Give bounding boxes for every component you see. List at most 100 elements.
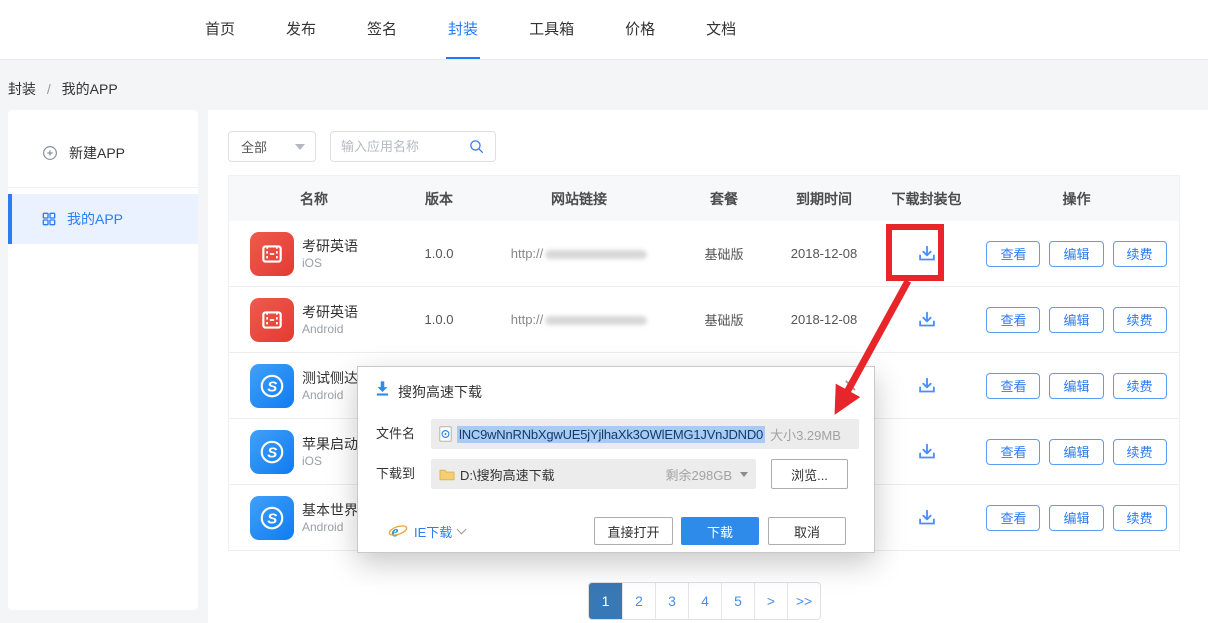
app-platform: Android bbox=[302, 387, 358, 403]
view-button[interactable]: 查看 bbox=[986, 505, 1040, 531]
col-header-plan: 套餐 bbox=[679, 189, 769, 209]
sogou-app-icon: S bbox=[250, 430, 294, 474]
download-package-button[interactable] bbox=[879, 309, 974, 331]
filename-value: lNC9wNnRNbXgwUE5jYjlhaXk3OWlEMG1JVnJDND0 bbox=[457, 426, 765, 443]
nav-item-home[interactable]: 首页 bbox=[203, 0, 237, 59]
nav-item-package[interactable]: 封装 bbox=[446, 0, 480, 59]
free-space: 剩余298GB bbox=[666, 465, 732, 484]
breadcrumb-section[interactable]: 封装 bbox=[8, 81, 36, 97]
page-last[interactable]: >> bbox=[787, 583, 820, 619]
col-header-name: 名称 bbox=[229, 189, 399, 209]
download-package-button[interactable] bbox=[879, 375, 974, 397]
ie-download-label: IE下载 bbox=[414, 522, 452, 541]
app-name: 考研英语 bbox=[302, 237, 358, 255]
app-name: 苹果启动 bbox=[302, 435, 358, 453]
sidebar-item-my-app[interactable]: 我的APP bbox=[8, 194, 198, 244]
breadcrumb-separator: / bbox=[47, 81, 51, 97]
download-icon bbox=[916, 441, 938, 463]
nav-item-docs[interactable]: 文档 bbox=[704, 0, 738, 59]
filename-label: 文件名 bbox=[376, 419, 415, 449]
app-version: 1.0.0 bbox=[399, 246, 479, 261]
edit-button[interactable]: 编辑 bbox=[1049, 439, 1103, 465]
renew-button[interactable]: 续费 bbox=[1113, 307, 1167, 333]
sidebar-item-label: 新建APP bbox=[69, 143, 125, 163]
edit-button[interactable]: 编辑 bbox=[1049, 241, 1103, 267]
view-button[interactable]: 查看 bbox=[986, 373, 1040, 399]
edit-button[interactable]: 编辑 bbox=[1049, 505, 1103, 531]
table-row: 考研英语 Android 1.0.0 http:// 基础版 2018-12-0… bbox=[229, 287, 1179, 353]
app-platform: iOS bbox=[302, 453, 358, 469]
browse-button[interactable]: 浏览... bbox=[771, 459, 848, 489]
view-button[interactable]: 查看 bbox=[986, 241, 1040, 267]
search-icon[interactable] bbox=[468, 138, 485, 155]
breadcrumb-current: 我的APP bbox=[62, 81, 118, 97]
search-input[interactable] bbox=[341, 139, 468, 154]
app-expiry: 2018-12-08 bbox=[769, 312, 879, 327]
path-label: 下载到 bbox=[376, 459, 415, 489]
renew-button[interactable]: 续费 bbox=[1113, 241, 1167, 267]
nav-item-price[interactable]: 价格 bbox=[623, 0, 657, 59]
cancel-button[interactable]: 取消 bbox=[768, 517, 846, 545]
blurred-url bbox=[545, 316, 647, 325]
app-plan: 基础版 bbox=[679, 310, 769, 329]
download-package-button[interactable] bbox=[879, 507, 974, 529]
caret-down-icon bbox=[295, 144, 305, 150]
top-nav: 首页 发布 签名 封装 工具箱 价格 文档 bbox=[0, 0, 1208, 60]
search-box bbox=[330, 131, 496, 162]
nav-item-publish[interactable]: 发布 bbox=[284, 0, 318, 59]
page-next[interactable]: > bbox=[754, 583, 787, 619]
sogou-app-icon: S bbox=[250, 496, 294, 540]
download-path-field[interactable]: D:\搜狗高速下载 剩余298GB bbox=[431, 459, 756, 489]
folder-icon bbox=[439, 468, 455, 481]
page-4[interactable]: 4 bbox=[688, 583, 721, 619]
app-version: 1.0.0 bbox=[399, 312, 479, 327]
edit-button[interactable]: 编辑 bbox=[1049, 307, 1103, 333]
app-name: 考研英语 bbox=[302, 303, 358, 321]
view-button[interactable]: 查看 bbox=[986, 307, 1040, 333]
app-expiry: 2018-12-08 bbox=[769, 246, 879, 261]
sidebar-item-new-app[interactable]: 新建APP bbox=[8, 118, 198, 188]
ie-download-link[interactable]: e IE下载 bbox=[388, 517, 465, 545]
download-button[interactable]: 下载 bbox=[681, 517, 759, 545]
open-direct-button[interactable]: 直接打开 bbox=[594, 517, 673, 545]
movie-app-icon bbox=[250, 232, 294, 276]
download-package-button[interactable] bbox=[879, 441, 974, 463]
col-header-actions: 操作 bbox=[974, 189, 1179, 209]
app-platform: iOS bbox=[302, 255, 358, 271]
svg-text:S: S bbox=[267, 378, 277, 395]
col-header-download: 下载封装包 bbox=[879, 189, 974, 209]
blurred-url bbox=[545, 250, 647, 259]
renew-button[interactable]: 续费 bbox=[1113, 439, 1167, 465]
renew-button[interactable]: 续费 bbox=[1113, 505, 1167, 531]
category-dropdown[interactable]: 全部 bbox=[228, 131, 316, 162]
nav-item-toolbox[interactable]: 工具箱 bbox=[527, 0, 576, 59]
svg-text:S: S bbox=[267, 444, 277, 461]
sidebar: 新建APP 我的APP bbox=[8, 110, 198, 610]
close-icon[interactable]: ✕ bbox=[843, 376, 858, 397]
page-2[interactable]: 2 bbox=[622, 583, 655, 619]
file-icon bbox=[439, 426, 452, 442]
app-name: 基本世界 bbox=[302, 501, 358, 519]
file-size: 大小3.29MB bbox=[770, 425, 841, 444]
filename-field[interactable]: lNC9wNnRNbXgwUE5jYjlhaXk3OWlEMG1JVnJDND0… bbox=[431, 419, 859, 449]
col-header-expiry: 到期时间 bbox=[769, 189, 879, 209]
nav-item-sign[interactable]: 签名 bbox=[365, 0, 399, 59]
table-header-row: 名称 版本 网站链接 套餐 到期时间 下载封装包 操作 bbox=[229, 176, 1179, 221]
renew-button[interactable]: 续费 bbox=[1113, 373, 1167, 399]
page-1[interactable]: 1 bbox=[589, 583, 622, 619]
ie-icon: e bbox=[388, 521, 408, 541]
page-5[interactable]: 5 bbox=[721, 583, 754, 619]
view-button[interactable]: 查看 bbox=[986, 439, 1040, 465]
app-plan: 基础版 bbox=[679, 244, 769, 263]
app-url: http:// bbox=[479, 246, 679, 261]
download-path-value: D:\搜狗高速下载 bbox=[460, 465, 555, 484]
app-platform: Android bbox=[302, 519, 358, 535]
pagination: 1 2 3 4 5 > >> bbox=[588, 582, 821, 620]
page-3[interactable]: 3 bbox=[655, 583, 688, 619]
edit-button[interactable]: 编辑 bbox=[1049, 373, 1103, 399]
download-icon bbox=[916, 375, 938, 397]
download-icon bbox=[374, 380, 391, 397]
app-platform: Android bbox=[302, 321, 358, 337]
dialog-title: 搜狗高速下载 bbox=[398, 382, 482, 402]
download-icon bbox=[916, 309, 938, 331]
